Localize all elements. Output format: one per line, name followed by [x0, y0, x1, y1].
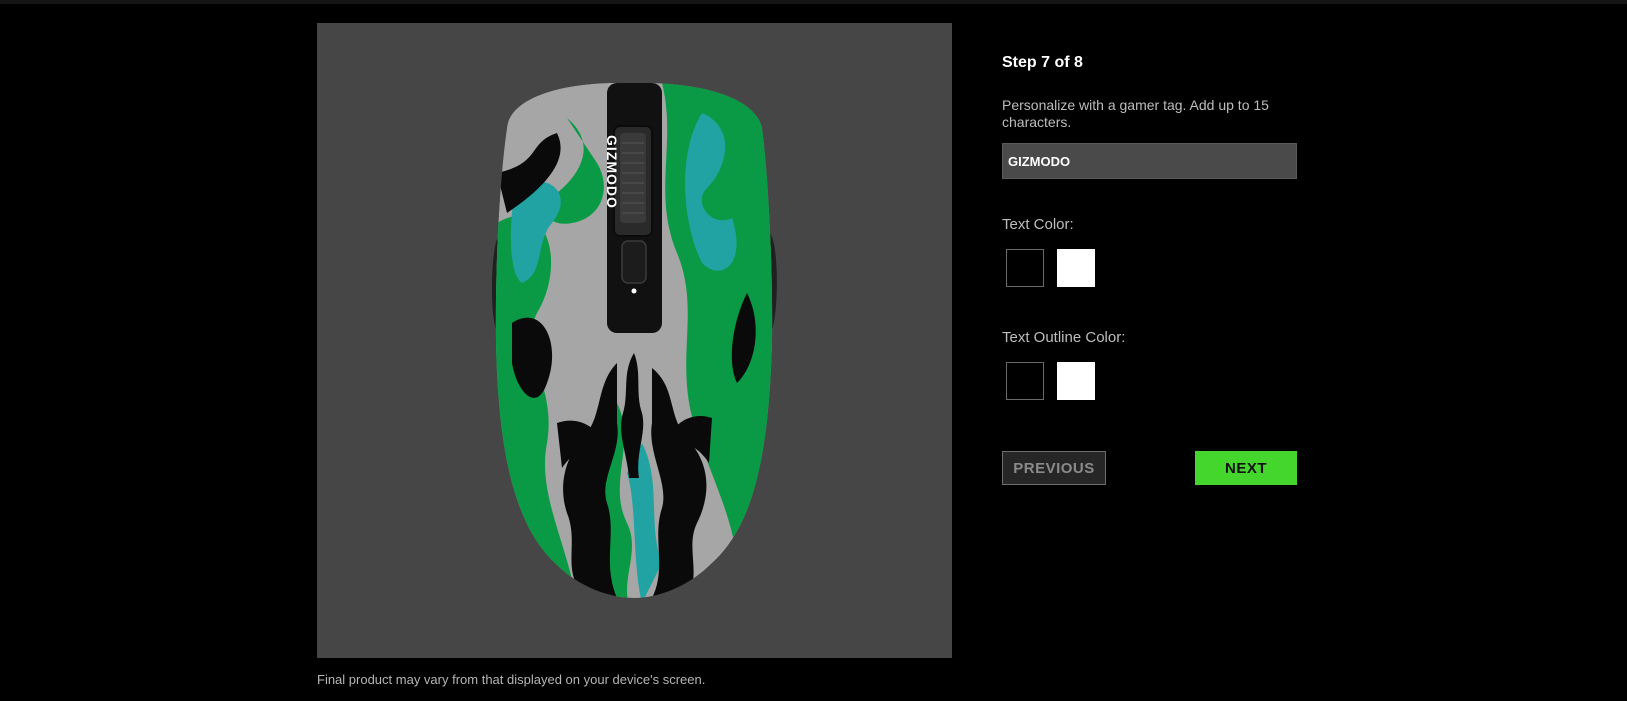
outline-color-label: Text Outline Color: [1002, 329, 1126, 346]
gamer-tag-input[interactable] [1002, 143, 1297, 179]
text-color-white-swatch[interactable] [1057, 249, 1095, 287]
disclaimer-text: Final product may vary from that display… [317, 672, 706, 687]
next-button[interactable]: NEXT [1195, 451, 1297, 485]
product-preview: GIZMODO [317, 23, 952, 658]
gamer-tag-prompt: Personalize with a gamer tag. Add up to … [1002, 97, 1269, 130]
top-divider [0, 0, 1627, 4]
text-color-black-swatch[interactable] [1006, 249, 1044, 287]
previous-button[interactable]: PREVIOUS [1002, 451, 1106, 485]
outline-color-black-swatch[interactable] [1006, 362, 1044, 400]
outline-color-white-swatch[interactable] [1057, 362, 1095, 400]
text-color-label: Text Color: [1002, 216, 1074, 233]
step-indicator: Step 7 of 8 [1002, 54, 1083, 71]
mouse-preview-image: GIZMODO [491, 83, 777, 598]
mouse-tag-text: GIZMODO [604, 135, 620, 209]
